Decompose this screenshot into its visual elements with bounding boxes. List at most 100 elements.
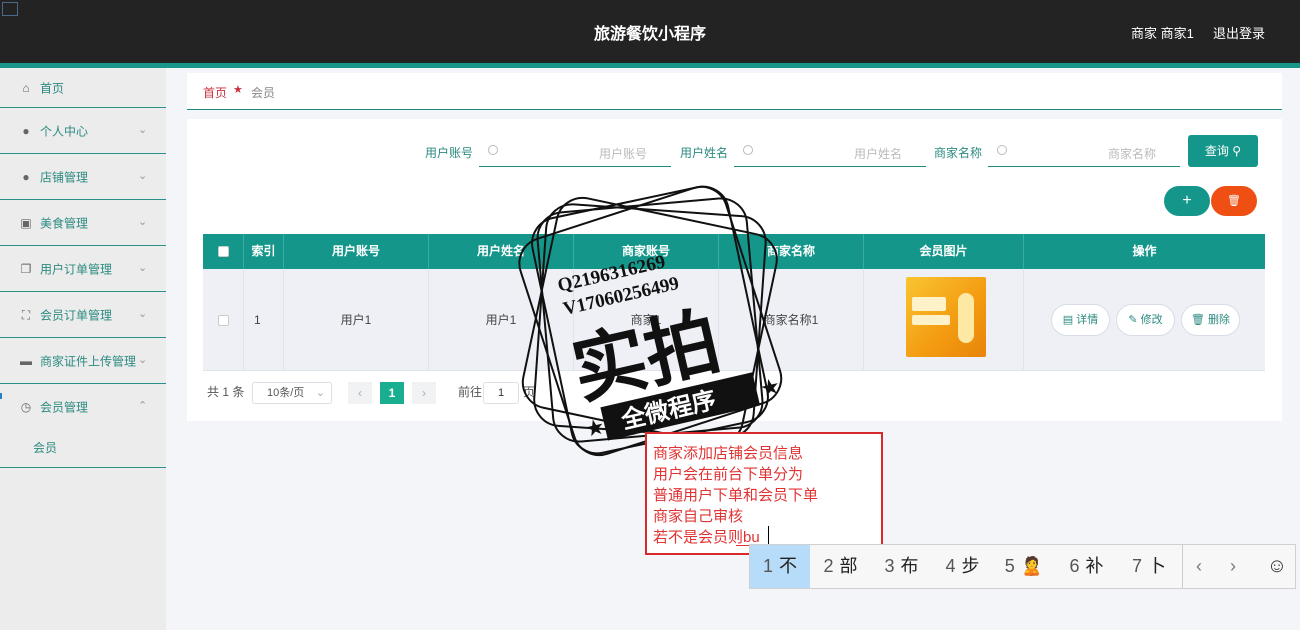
app-title: 旅游餐饮小程序 [593,26,706,43]
query-button[interactable]: 查询 ⚲ [1188,135,1258,167]
sidebar-active-marker [0,393,2,399]
breadcrumb-home[interactable]: 首页 [203,84,227,101]
candidate-number: 7 [1131,556,1142,576]
chevron-down-icon: ⌄ [315,387,325,399]
sidebar-item-label: 会员订单管理 [40,308,113,322]
top-bar: 旅游餐饮小程序 商家 商家1 退出登录 [0,0,1300,63]
add-button[interactable]: + [1164,186,1210,216]
sidebar-item-member-orders[interactable]: ⛶ 会员订单管理 ⌄ [0,292,166,338]
window-corner-icon [2,2,18,16]
next-page-button[interactable]: › [412,382,436,404]
candidate-number: 4 [945,556,956,576]
ime-candidate[interactable]: 4步 [932,545,993,588]
input-placeholder: 商家名称 [1107,147,1156,161]
search-icon [488,145,498,155]
sidebar-item-label: 店铺管理 [40,170,89,184]
candidate-number: 5 [1004,556,1015,576]
current-page-button[interactable]: 1 [380,382,404,404]
sidebar-item-shop[interactable]: ● 店铺管理 ⌄ [0,154,166,200]
candidate-emoji: 🙎 [1020,556,1044,576]
candidate-char: 卜 [1148,556,1166,576]
edit-icon: ✎ [1128,314,1138,326]
chevron-down-icon: ⌄ [138,353,148,366]
ime-candidate[interactable]: 5 🙎 [993,545,1055,588]
chevron-up-icon: ⌃ [138,400,148,413]
image-product-shape [958,293,974,343]
sidebar-item-label: 美食管理 [40,216,89,230]
ime-next-page-button[interactable]: › [1218,545,1248,588]
sidebar-item-profile[interactable]: ● 个人中心 ⌄ [0,108,166,154]
chevron-down-icon: ⌄ [138,215,148,228]
logout-button[interactable]: 退出登录 [1213,23,1265,42]
sidebar-item-food[interactable]: ▣ 美食管理 ⌄ [0,200,166,246]
sidebar-item-label: 个人中心 [40,124,89,138]
query-button-label: 查询 [1204,144,1229,158]
breadcrumb-current: 会员 [251,86,276,100]
star-icon: ★ [758,373,783,402]
pagination-total: 共 1 条 [207,385,245,399]
sidebar-item-home[interactable]: ⌂ 首页 [0,68,166,108]
briefcase-icon: ▬ [20,353,32,368]
breadcrumb-separator-icon: ★ [233,84,243,96]
annotation-textbox[interactable]: 商家添加店铺会员信息 用户会在前台下单分为 普通用户下单和会员下单 商家自己审核… [645,432,883,555]
sidebar-item-user-orders[interactable]: ❐ 用户订单管理 ⌄ [0,246,166,292]
sidebar-subitem-label: 会员 [33,441,58,455]
ime-candidate[interactable]: 7卜 [1118,545,1180,588]
input-placeholder: 用户姓名 [853,147,902,161]
ime-candidate[interactable]: 3布 [871,545,932,588]
plus-icon: + [1182,192,1192,209]
sidebar-item-label: 首页 [40,81,65,95]
page-size-select[interactable]: 10条/页 ⌄ [252,382,332,404]
sidebar-item-label: 商家证件上传管理 [40,354,137,368]
prev-page-button[interactable]: ‹ [348,382,372,404]
clock-icon: ◷ [20,400,32,414]
batch-delete-button[interactable]: 🗑 [1211,186,1257,216]
delete-button[interactable]: 🗑 删除 [1181,304,1240,336]
edit-button[interactable]: ✎ 修改 [1116,304,1175,336]
sidebar-item-label: 用户订单管理 [40,262,113,276]
home-icon: ⌂ [22,80,30,95]
note-line: 商家自己审核 [653,508,744,525]
sidebar-item-license-upload[interactable]: ▬ 商家证件上传管理 ⌄ [0,338,166,384]
emoji-icon[interactable]: ☺ [1258,545,1296,588]
text-caret [768,526,769,544]
header-accent-bar [0,63,1300,68]
filter-label-account: 用户账号 [425,146,474,160]
ime-candidate-bar: 1不 2部 3布 4步 5 🙎 6补 7卜 ‹ › ☺ [749,544,1296,589]
user-icon: ● [22,169,30,184]
edit-label: 修改 [1140,314,1163,326]
detail-button[interactable]: ▤ 详情 [1051,304,1110,336]
ime-candidate[interactable]: 6补 [1055,545,1118,588]
search-icon [743,145,753,155]
name-search-input[interactable]: 用户姓名 [734,138,926,167]
sidebar-subitem-member[interactable]: 会员 [0,426,166,468]
ime-candidate[interactable]: 2部 [810,545,871,588]
note-line: 商家添加店铺会员信息 [653,445,804,462]
shop-name-search-input[interactable]: 商家名称 [988,138,1180,167]
sidebar-item-member-management[interactable]: ◷ 会员管理 ⌃ [0,384,166,430]
row-select-cell [203,269,244,371]
ime-prev-page-button[interactable]: ‹ [1184,545,1214,588]
column-header: 会员图片 [864,234,1024,269]
sidebar-item-label: 会员管理 [40,400,89,415]
ime-candidate[interactable]: 1不 [750,545,810,588]
candidate-char: 布 [900,556,919,576]
note-line: 若不是会员则bu [653,529,760,546]
copy-icon: ❐ [20,261,32,276]
clipboard-icon: ▣ [20,215,32,230]
row-checkbox[interactable] [218,315,229,326]
chevron-down-icon: ⌄ [138,169,148,182]
breadcrumb: 首页 ★ 会员 [187,73,1282,110]
member-image[interactable] [906,277,986,357]
user-icon: ● [22,123,30,138]
page-size-value: 10条/页 [267,387,305,399]
candidate-char: 步 [961,556,980,576]
chevron-down-icon: ⌄ [138,123,148,136]
input-placeholder: 用户账号 [598,147,647,161]
sidebar: ⌂ 首页 ● 个人中心 ⌄ ● 店铺管理 ⌄ ▣ 美食管理 ⌄ ❐ 用户订单管理… [0,68,166,630]
current-user: 商家 商家1 [1131,26,1194,41]
account-search-input[interactable]: 用户账号 [479,138,671,167]
select-all-checkbox[interactable] [218,246,229,257]
filter-label-name: 用户姓名 [680,146,729,160]
watermark-stamp: Q2196316269 V17060256499 实拍 全微程序 ★ ★ [518,185,783,457]
